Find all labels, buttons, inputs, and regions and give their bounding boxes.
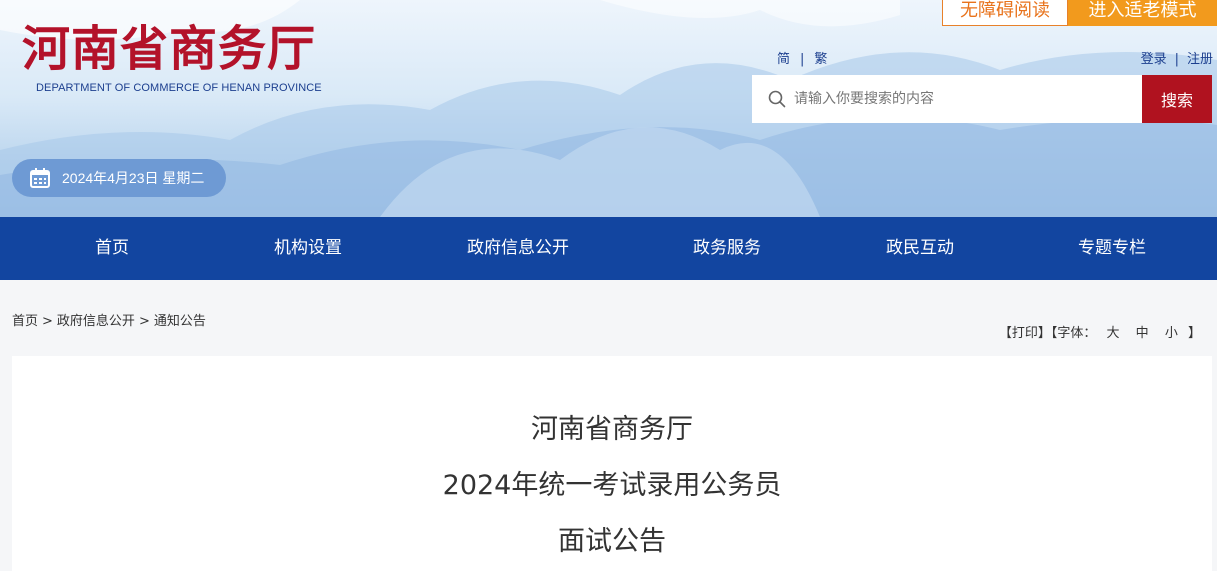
search-bar: 搜索: [752, 75, 1212, 123]
register-link[interactable]: 注册: [1187, 52, 1213, 67]
top-action-buttons: 无障碍阅读 进入适老模式: [942, 0, 1217, 26]
breadcrumb-notices[interactable]: 通知公告: [154, 314, 206, 329]
article-title-line-2: 2024年统一考试录用公务员: [442, 470, 782, 501]
search-icon: [768, 90, 786, 108]
divider: |: [1174, 52, 1179, 67]
date-badge: 2024年4月23日 星期二: [12, 159, 226, 197]
search-input[interactable]: [794, 75, 1142, 123]
main-nav: 首页 机构设置 政府信息公开 政务服务 政民互动 专题专栏: [0, 217, 1217, 280]
calendar-icon: [30, 168, 50, 188]
site-logo[interactable]: 河南省商务厅: [22, 18, 316, 80]
lang-traditional[interactable]: 繁: [814, 48, 827, 67]
breadcrumb-gov-info[interactable]: 政府信息公开: [57, 314, 135, 329]
search-field-wrapper: [752, 75, 1142, 123]
font-medium-button[interactable]: 中: [1136, 326, 1149, 341]
font-size-close: 】: [1187, 326, 1201, 341]
accessibility-button[interactable]: 无障碍阅读: [942, 0, 1068, 26]
nav-item-organization[interactable]: 机构设置: [274, 217, 342, 280]
login-link[interactable]: 登录: [1141, 52, 1167, 67]
nav-item-topics[interactable]: 专题专栏: [1078, 217, 1146, 280]
article-title-line-3: 面试公告: [558, 526, 666, 557]
search-button[interactable]: 搜索: [1142, 75, 1212, 123]
auth-links: 登录 | 注册: [1141, 48, 1213, 67]
breadcrumb-home[interactable]: 首页: [12, 314, 38, 329]
font-large-button[interactable]: 大: [1107, 326, 1120, 341]
nav-item-services[interactable]: 政务服务: [693, 217, 761, 280]
divider: |: [800, 52, 805, 67]
article-content: 河南省商务厅 2024年统一考试录用公务员 面试公告: [12, 356, 1212, 571]
breadcrumb: 首页 > 政府信息公开 > 通知公告: [12, 313, 206, 331]
article-tools: 【打印】【字体： 大 中 小 】: [999, 325, 1201, 343]
article-title-line-1: 河南省商务厅: [531, 414, 693, 445]
breadcrumb-separator: >: [138, 314, 150, 329]
header-banner: 河南省商务厅 DEPARTMENT OF COMMERCE OF HENAN P…: [0, 0, 1217, 217]
font-size-label: 【字体：: [1050, 326, 1097, 341]
site-logo-english: DEPARTMENT OF COMMERCE OF HENAN PROVINCE: [36, 82, 322, 94]
nav-item-interaction[interactable]: 政民互动: [886, 217, 954, 280]
lang-simplified[interactable]: 简: [777, 48, 790, 67]
breadcrumb-separator: >: [42, 314, 53, 329]
nav-item-gov-info[interactable]: 政府信息公开: [467, 217, 569, 280]
font-small-button[interactable]: 小: [1165, 326, 1178, 341]
nav-item-home[interactable]: 首页: [95, 217, 129, 280]
elder-mode-button[interactable]: 进入适老模式: [1068, 0, 1217, 26]
language-switch: 简 | 繁: [777, 48, 827, 67]
print-button[interactable]: 【打印】: [999, 326, 1051, 341]
current-date: 2024年4月23日 星期二: [62, 170, 205, 186]
